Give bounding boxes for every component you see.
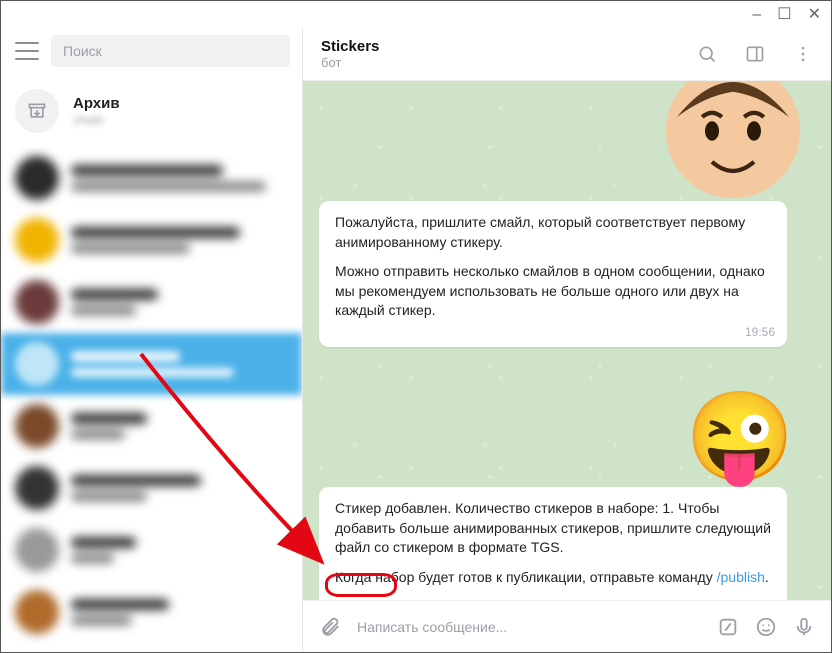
emoji-icon[interactable]	[755, 616, 777, 638]
message-text: Можно отправить несколько смайлов в одно…	[335, 262, 771, 321]
message-text: Стикер добавлен. Количество стикеров в н…	[335, 499, 771, 558]
mic-icon[interactable]	[793, 616, 815, 638]
chat-title[interactable]: Stickers бот	[321, 38, 669, 70]
chat-item[interactable]	[1, 395, 302, 457]
chat-body: 😜 Пожалуйста, пришлите смайл, который со…	[303, 81, 831, 600]
chat-header: Stickers бот	[303, 27, 831, 81]
attach-icon[interactable]	[319, 616, 341, 638]
sticker-wink-emoji: 😜	[685, 393, 795, 481]
close-button[interactable]: ✕	[808, 7, 821, 23]
message-time: 19:56	[745, 324, 775, 341]
message-bubble: Стикер добавлен. Количество стикеров в н…	[319, 487, 787, 600]
command-icon[interactable]	[717, 616, 739, 638]
chat-item[interactable]	[1, 457, 302, 519]
chat-name: Stickers	[321, 38, 669, 55]
sidebar: Поиск Архив chats	[1, 27, 303, 652]
search-icon[interactable]	[697, 44, 717, 64]
archive-row[interactable]: Архив chats	[1, 81, 302, 147]
sticker-face	[663, 81, 803, 217]
maximize-button[interactable]: ☐	[777, 7, 791, 23]
main: Stickers бот	[303, 27, 831, 652]
app: Поиск Архив chats Stickers бот	[1, 1, 831, 652]
archive-icon	[15, 89, 59, 133]
message-input[interactable]: Написать сообщение...	[357, 619, 701, 635]
archive-sub: chats	[73, 112, 120, 127]
sidepanel-icon[interactable]	[745, 44, 765, 64]
chat-item[interactable]	[1, 519, 302, 581]
message-text: Пожалуйста, пришлите смайл, который соот…	[335, 213, 771, 252]
chat-list	[1, 147, 302, 652]
chat-item[interactable]	[1, 271, 302, 333]
archive-text: Архив chats	[73, 95, 120, 127]
message-bubble: Пожалуйста, пришлите смайл, который соот…	[319, 201, 787, 347]
chat-item[interactable]	[1, 147, 302, 209]
archive-label: Архив	[73, 95, 120, 112]
message-time: 20:02	[745, 597, 775, 600]
window-controls: – ☐ ✕	[752, 7, 821, 23]
search-input[interactable]: Поиск	[51, 35, 290, 67]
chat-item-selected[interactable]	[1, 333, 302, 395]
message-input-bar: Написать сообщение...	[303, 600, 831, 652]
message-text: Когда набор будет готов к публикации, от…	[335, 568, 771, 588]
publish-command-link[interactable]: /publish	[717, 569, 765, 585]
chat-subtitle: бот	[321, 55, 669, 70]
chat-item[interactable]	[1, 209, 302, 271]
sidebar-header: Поиск	[1, 27, 302, 81]
more-icon[interactable]	[793, 44, 813, 64]
chat-item[interactable]	[1, 581, 302, 643]
menu-button[interactable]	[15, 42, 39, 60]
minimize-button[interactable]: –	[752, 7, 761, 23]
